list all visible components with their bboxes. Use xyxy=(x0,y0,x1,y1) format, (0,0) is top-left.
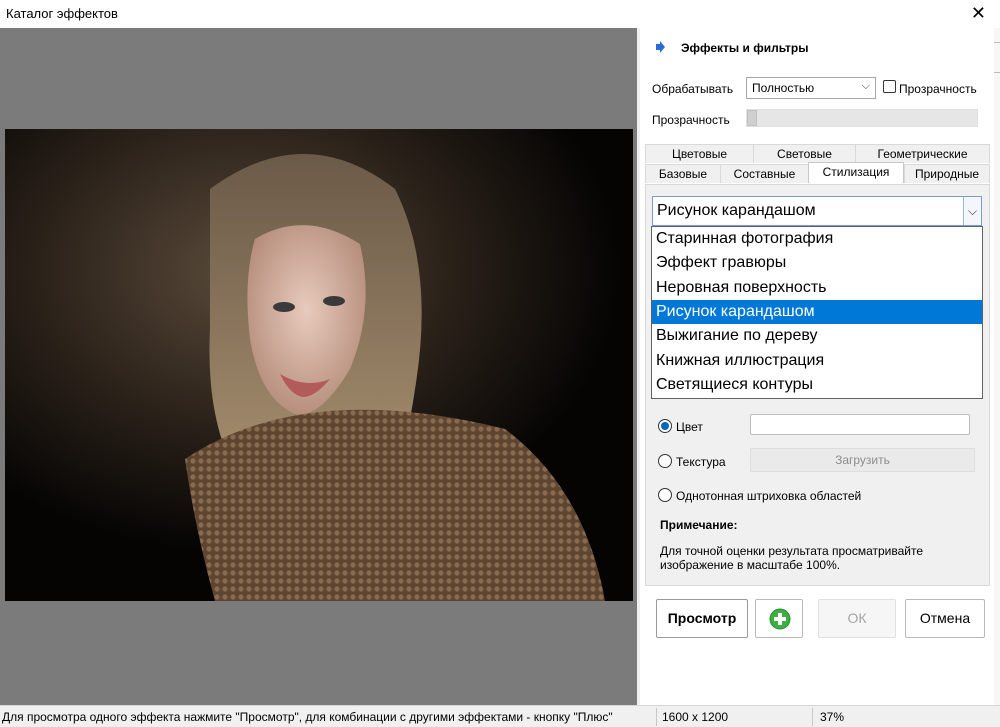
status-bar: Для просмотра одного эффекта нажмите "Пр… xyxy=(0,705,1000,727)
load-texture-button[interactable]: Загрузить xyxy=(750,448,975,472)
effects-section-header[interactable]: Эффекты и фильтры xyxy=(645,34,990,62)
effect-select-value: Рисунок карандашом xyxy=(657,202,816,219)
effect-option-selected[interactable]: Рисунок карандашом xyxy=(652,299,982,325)
effect-option[interactable]: Светящиеся контуры xyxy=(652,373,982,397)
window-title: Каталог эффектов xyxy=(6,6,118,21)
effect-category-tabs: Цветовые Световые Геометрические Базовые… xyxy=(645,144,990,184)
preview-image xyxy=(5,129,633,601)
cancel-button[interactable]: Отмена xyxy=(905,599,985,638)
transparency-slider-label: Прозрачность xyxy=(652,113,730,127)
transparency-slider[interactable] xyxy=(746,109,978,127)
transparency-checkbox-label: Прозрачность xyxy=(899,82,977,96)
tab-stylization[interactable]: Стилизация xyxy=(808,162,904,183)
texture-radio-label: Текстура xyxy=(676,455,726,469)
tab-composite[interactable]: Составные xyxy=(720,164,808,183)
status-zoom: 37% xyxy=(820,710,845,724)
slider-thumb[interactable] xyxy=(747,110,757,126)
preview-button[interactable]: Просмотр xyxy=(656,599,748,638)
process-value: Полностью xyxy=(752,81,815,95)
panel-scrollbar[interactable] xyxy=(994,28,1000,705)
tab-geometric[interactable]: Геометрические xyxy=(855,144,990,163)
color-radio-label: Цвет xyxy=(676,420,703,434)
status-divider xyxy=(656,708,657,726)
solid-hatch-radio[interactable] xyxy=(658,488,672,502)
color-picker-field[interactable] xyxy=(750,414,970,435)
effect-option[interactable]: Старинная фотография xyxy=(652,227,982,251)
tab-light[interactable]: Световые xyxy=(753,144,855,163)
status-hint: Для просмотра одного эффекта нажмите "Пр… xyxy=(2,710,613,724)
effect-option[interactable]: Неровная поверхность xyxy=(652,276,982,300)
tab-basic[interactable]: Базовые xyxy=(645,164,720,183)
effect-option[interactable]: Эффект гравюры xyxy=(652,251,982,275)
scroll-thumb[interactable] xyxy=(994,72,1000,78)
tab-natural[interactable]: Природные xyxy=(904,164,990,183)
transparency-checkbox[interactable] xyxy=(883,80,896,93)
note-title: Примечание: xyxy=(660,518,738,532)
effect-option[interactable]: Книжная иллюстрация xyxy=(652,349,982,373)
color-radio[interactable] xyxy=(658,419,672,433)
solid-hatch-label: Однотонная штриховка областей xyxy=(676,489,862,503)
section-title: Эффекты и фильтры xyxy=(681,41,809,55)
scroll-up-icon[interactable] xyxy=(994,42,1000,48)
close-icon[interactable]: ✕ xyxy=(971,4,986,22)
note-text: Для точной оценки результата просматрива… xyxy=(660,544,923,572)
process-label: Обрабатывать xyxy=(652,82,734,96)
effect-dropdown-list: Старинная фотография Эффект гравюры Неро… xyxy=(651,226,983,399)
arrow-right-icon xyxy=(656,41,665,53)
ok-button[interactable]: ОК xyxy=(818,599,896,638)
title-bar: Каталог эффектов ✕ xyxy=(0,0,1000,28)
plus-icon xyxy=(769,608,791,630)
status-divider xyxy=(812,708,813,726)
effect-select[interactable]: Рисунок карандашом ⌵ xyxy=(652,196,982,226)
chevron-down-icon[interactable]: ⌵ xyxy=(963,197,981,225)
effect-option[interactable]: Выжигание по дереву xyxy=(652,324,982,348)
add-effect-button[interactable] xyxy=(755,599,803,638)
preview-area xyxy=(0,28,637,705)
texture-radio[interactable] xyxy=(658,454,672,468)
tab-color[interactable]: Цветовые xyxy=(645,144,753,163)
chevron-down-icon: ⌵ xyxy=(861,80,870,92)
process-select[interactable]: Полностью ⌵ xyxy=(746,77,876,99)
status-image-size: 1600 x 1200 xyxy=(662,710,729,724)
